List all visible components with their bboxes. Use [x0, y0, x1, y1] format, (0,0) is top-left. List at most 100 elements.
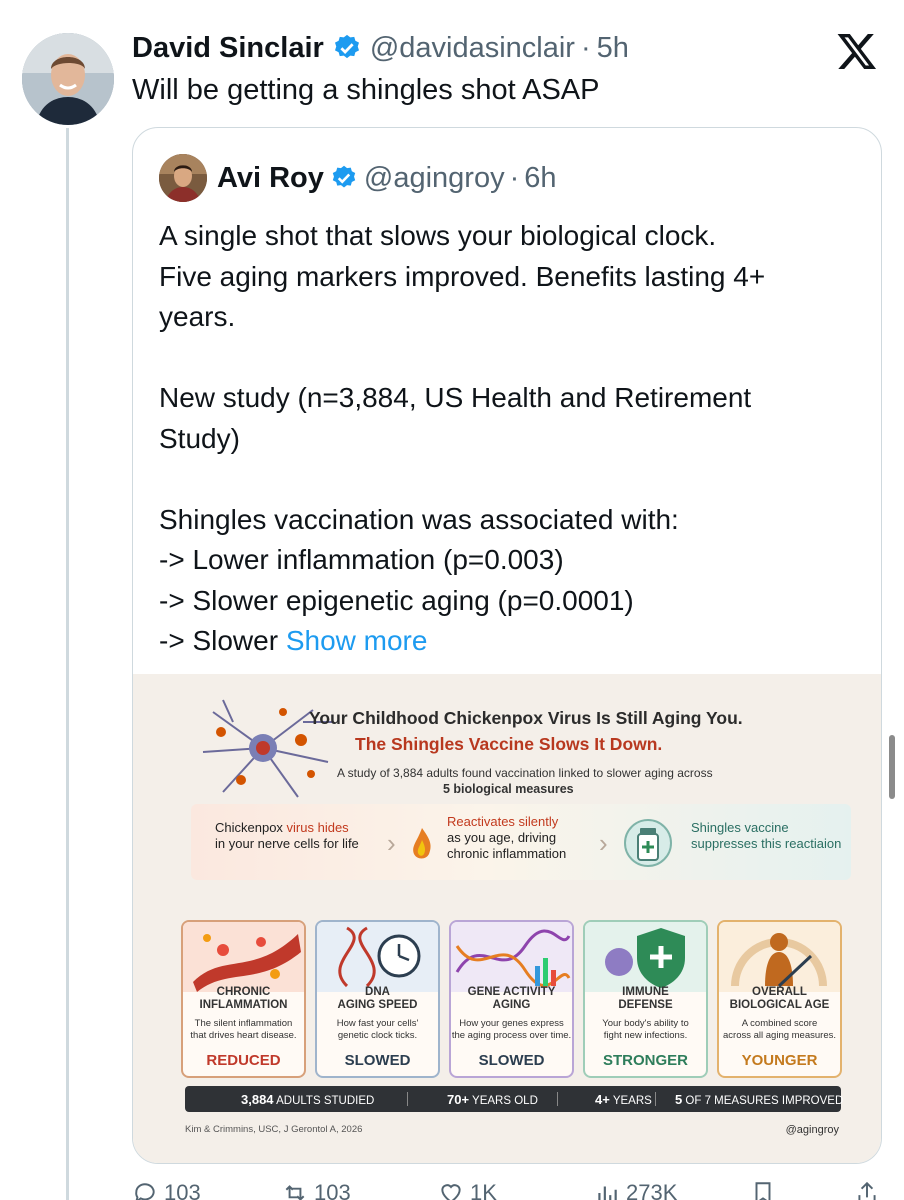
tweet-text: Will be getting a shingles shot ASAP	[132, 74, 600, 106]
infographic-title: Your Childhood Chickenpox Virus Is Still…	[309, 708, 743, 728]
measure-desc: How fast your cells' genetic clock ticks…	[336, 1018, 419, 1041]
stat-divider	[655, 1092, 656, 1106]
flow-step-1-detail: in your nerve cells for life	[215, 836, 359, 851]
chevron-right-icon: ›	[387, 828, 396, 858]
measure-result: REDUCED	[206, 1052, 281, 1069]
bookmark-icon	[755, 1182, 771, 1200]
flow-step-1: Chickenpox virus hides in your nerve cel…	[215, 820, 359, 852]
measure-card: DNA AGING SPEED How fast your cells' gen…	[315, 920, 440, 1078]
stat-measures: 5 OF 7 MEASURES IMPROVED	[675, 1092, 843, 1107]
x-logo-icon[interactable]	[836, 30, 878, 72]
thread-line	[66, 128, 69, 1200]
share-button[interactable]	[854, 1180, 880, 1200]
tweet-header: David Sinclair @davidasinclair · 5h	[132, 28, 629, 68]
reply-count: 103	[164, 1180, 201, 1200]
measure-result: YOUNGER	[741, 1052, 818, 1069]
blood-vessel-icon	[183, 922, 304, 992]
views-count: 273K	[626, 1180, 678, 1200]
flow-step-2-highlight: Reactivates silently	[447, 814, 559, 829]
measure-title: GENE ACTIVITY AGING	[467, 986, 556, 1011]
heart-icon	[441, 1184, 461, 1200]
repost-button[interactable]: 103	[282, 1180, 351, 1200]
measure-title: OVERALL BIOLOGICAL AGE	[729, 986, 830, 1011]
measure-card: OVERALL BIOLOGICAL AGE A combined score …	[717, 920, 842, 1078]
infographic-image[interactable]: Your Childhood Chickenpox Virus Is Still…	[133, 674, 881, 1163]
measure-result: STRONGER	[602, 1052, 688, 1069]
quoted-tweet[interactable]: Avi Roy @agingroy · 6h A single shot tha…	[132, 127, 882, 1164]
dna-clock-icon	[317, 922, 438, 992]
quoted-tweet-body: A single shot that slows your biological…	[159, 220, 766, 656]
dot-separator: ·	[580, 31, 591, 64]
stat-value: 4+	[595, 1092, 610, 1107]
measure-cards: CHRONIC INFLAMMATION The silent inflamma…	[181, 920, 842, 1080]
measure-result: SLOWED	[478, 1052, 545, 1069]
verified-badge-icon	[330, 164, 358, 192]
stat-age: 70+ YEARS OLD	[447, 1092, 538, 1107]
like-count: 1K	[470, 1180, 497, 1200]
chevron-right-icon: ›	[599, 828, 608, 858]
quoted-tweet-text: A single shot that slows your biological…	[159, 216, 765, 662]
stat-label: YEARS OLD	[469, 1095, 538, 1107]
flow-step-3-text: suppresses this reactiaion	[691, 836, 842, 851]
quoted-tweet-header: Avi Roy @agingroy · 6h	[217, 158, 557, 198]
quoted-author-handle[interactable]: @agingroy	[364, 162, 505, 195]
flow-step-3: Shingles vaccine suppresses this reactia…	[691, 820, 841, 852]
author-name[interactable]: David Sinclair	[132, 32, 324, 65]
quoted-author-name[interactable]: Avi Roy	[217, 162, 324, 195]
image-credit: @agingroy	[785, 1124, 839, 1136]
tweet-actions: 103 103 1K 273K	[132, 1180, 882, 1200]
tweet-time[interactable]: 5h	[597, 32, 629, 65]
citation: Kim & Crimmins, USC, J Gerontol A, 2026	[185, 1124, 363, 1135]
infographic-title-accent: The Shingles Vaccine Slows It Down.	[355, 734, 663, 754]
measure-title: CHRONIC INFLAMMATION	[183, 986, 304, 1012]
stats-bar: 3,884 ADULTS STUDIED 70+ YEARS OLD 4+ YE…	[185, 1086, 843, 1112]
stat-value: 3,884	[241, 1092, 274, 1107]
bookmark-button[interactable]	[750, 1180, 776, 1200]
measure-desc: The silent inflammation that drives hear…	[190, 1018, 297, 1041]
like-button[interactable]: 1K	[438, 1180, 497, 1200]
gene-helix-icon	[451, 922, 572, 992]
quoted-tweet-time[interactable]: 6h	[524, 162, 556, 195]
vaccine-vial-icon	[624, 819, 672, 867]
reply-icon	[135, 1183, 155, 1200]
dot-separator: ·	[509, 161, 520, 194]
stat-divider	[407, 1092, 408, 1106]
views-icon	[598, 1186, 617, 1200]
fire-virus-icon	[413, 828, 431, 859]
infographic-subtitle-bold: 5 biological measures	[443, 782, 574, 796]
author-handle[interactable]: @davidasinclair	[370, 32, 575, 65]
stat-label: OF 7 MEASURES IMPROVED	[682, 1095, 844, 1107]
stat-label: ADULTS STUDIED	[273, 1095, 375, 1107]
measure-desc: Your body's ability to fight new infecti…	[602, 1018, 689, 1041]
measure-card: CHRONIC INFLAMMATION The silent inflamma…	[181, 920, 306, 1078]
measure-title: IMMUNE DEFENSE	[618, 986, 673, 1011]
stat-value: 70+	[447, 1092, 470, 1107]
stat-years: 4+ YEARS	[595, 1092, 652, 1107]
flow-step-3-highlight: Shingles vaccine	[691, 820, 789, 835]
gauge-body-icon	[719, 922, 840, 992]
stat-label: YEARS	[609, 1095, 652, 1107]
show-more-link[interactable]: Show more	[286, 625, 428, 656]
repost-icon	[285, 1185, 305, 1200]
measure-card: IMMUNE DEFENSE Your body's ability to fi…	[583, 920, 708, 1078]
share-icon	[858, 1181, 876, 1200]
flow-step-2-text: as you age, driving chronic inflammation	[447, 830, 567, 861]
measure-title: DNA AGING SPEED	[337, 986, 418, 1011]
reply-button[interactable]: 103	[132, 1180, 201, 1200]
measure-card: GENE ACTIVITY AGING How your genes expre…	[449, 920, 574, 1078]
verified-badge-icon	[332, 33, 362, 63]
measure-result: SLOWED	[344, 1052, 411, 1069]
stat-adults: 3,884 ADULTS STUDIED	[241, 1092, 374, 1107]
measure-desc: How your genes express the aging process…	[451, 1018, 572, 1041]
mechanism-flow: Chickenpox virus hides in your nerve cel…	[191, 804, 851, 880]
repost-count: 103	[314, 1180, 351, 1200]
stat-divider	[557, 1092, 558, 1106]
flow-step-1-text: Chickenpox	[215, 820, 287, 835]
scrollbar-thumb[interactable]	[889, 735, 895, 799]
quoted-author-avatar[interactable]	[159, 154, 207, 202]
views-button[interactable]: 273K	[594, 1180, 677, 1200]
measure-desc: A combined score across all aging measur…	[723, 1018, 836, 1041]
infographic-subtitle: A study of 3,884 adults found vaccinatio…	[337, 766, 713, 780]
measure-title-text: CHRONIC INFLAMMATION	[199, 986, 288, 1011]
author-avatar[interactable]	[22, 33, 114, 125]
